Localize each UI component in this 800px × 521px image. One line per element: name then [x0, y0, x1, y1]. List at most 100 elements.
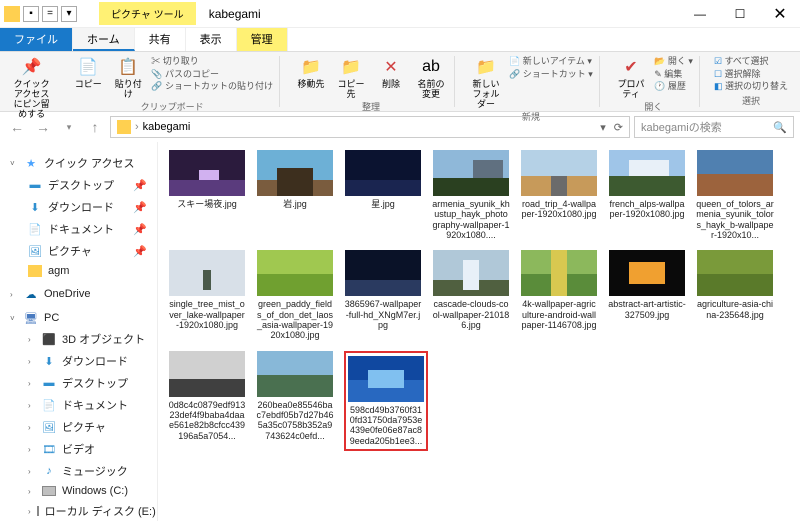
search-icon: 🔍 — [773, 121, 787, 134]
copy-icon: 📄 — [77, 56, 99, 78]
file-item[interactable]: 3865967-wallpaper-full-hd_XNgM7er.jpg — [344, 250, 422, 340]
maximize-button[interactable]: ☐ — [720, 0, 760, 28]
tab-manage[interactable]: 管理 — [237, 28, 288, 51]
paste-button[interactable]: 📋 貼り付け — [111, 56, 145, 100]
sidebar-pictures[interactable]: 🖼ピクチャ📌 — [0, 240, 157, 262]
sidebar-onedrive[interactable]: ›☁OneDrive — [0, 284, 157, 304]
file-thumbnail — [169, 351, 245, 397]
sidebar-quick-access[interactable]: ˅★クイック アクセス — [0, 152, 157, 174]
file-item[interactable]: cascade-clouds-cool-wallpaper-210186.jpg — [432, 250, 510, 340]
file-item[interactable]: queen_of_tolors_armenia_syunik_tolors_ha… — [696, 150, 774, 240]
file-thumbnail — [433, 150, 509, 196]
tab-file[interactable]: ファイル — [0, 28, 73, 51]
cut-button[interactable]: ✂ 切り取り — [151, 56, 273, 68]
file-item[interactable]: スキー場夜.jpg — [168, 150, 246, 240]
sidebar-drive-e[interactable]: ›ローカル ディスク (E:) — [0, 500, 157, 521]
file-item[interactable]: french_alps-wallpaper-1920x1080.jpg — [608, 150, 686, 240]
select-none-button[interactable]: ☐ 選択解除 — [714, 69, 788, 81]
up-button[interactable]: ↑ — [84, 116, 106, 138]
file-thumbnail — [697, 250, 773, 296]
sidebar-pc[interactable]: ˅🖥PC — [0, 308, 157, 328]
move-to-button[interactable]: 📁移動先 — [294, 56, 328, 90]
copy-to-button[interactable]: 📁コピー先 — [334, 56, 368, 100]
rename-button[interactable]: ab名前の変更 — [414, 56, 448, 100]
desktop-icon: ▬ — [28, 178, 42, 192]
file-item[interactable]: 0d8c4c0879edf91323def4f9baba4daae561e82b… — [168, 351, 246, 451]
file-list[interactable]: スキー場夜.jpg岩.jpg星.jpgarmenia_syunik_khustu… — [158, 142, 800, 521]
address-dropdown-icon[interactable]: ▾ — [600, 121, 606, 134]
desktop-icon: ▬ — [42, 376, 56, 390]
copy-path-button[interactable]: 📎 パスのコピー — [151, 69, 273, 81]
tab-view[interactable]: 表示 — [186, 28, 237, 51]
sidebar-desktop[interactable]: ▬デスクトップ📌 — [0, 174, 157, 196]
sidebar-drive-c[interactable]: ›Windows (C:) — [0, 482, 157, 500]
file-item[interactable]: 598cd49b3760f310fd31750da7953e439e0fe06e… — [344, 351, 428, 451]
delete-button[interactable]: ✕削除 — [374, 56, 408, 90]
file-name: green_paddy_fields_of_don_det_laos_asia-… — [256, 299, 334, 340]
file-item[interactable]: 4k-wallpaper-agriculture-android-wallpap… — [520, 250, 598, 340]
ribbon: 📌 クイック アクセスにピン留めする 📄 コピー 📋 貼り付け ✂ 切り取り 📎… — [0, 52, 800, 112]
file-item[interactable]: abstract-art-artistic-327509.jpg — [608, 250, 686, 340]
picture-icon: 🖼 — [42, 420, 56, 434]
file-item[interactable]: 岩.jpg — [256, 150, 334, 240]
sidebar-documents-pc[interactable]: ›📄ドキュメント — [0, 394, 157, 416]
properties-icon: ✔ — [620, 56, 642, 78]
sidebar-desktop-pc[interactable]: ›▬デスクトップ — [0, 372, 157, 394]
sidebar-downloads[interactable]: ⬇ダウンロード📌 — [0, 196, 157, 218]
file-name: queen_of_tolors_armenia_syunik_tolors_ha… — [696, 199, 774, 240]
title-bar: ▪ = ▾ ピクチャ ツール kabegami — ☐ ✕ — [0, 0, 800, 28]
3d-icon: ⬛ — [42, 332, 56, 346]
document-icon: 📄 — [42, 398, 56, 412]
tab-share[interactable]: 共有 — [135, 28, 186, 51]
qat-button[interactable]: ▪ — [23, 6, 39, 22]
shortcut-icon: 🔗 — [509, 69, 520, 79]
recent-button[interactable]: ▾ — [58, 116, 80, 138]
sidebar-3d-objects[interactable]: ›⬛3D オブジェクト — [0, 328, 157, 350]
qat-dropdown[interactable]: ▾ — [61, 6, 77, 22]
file-item[interactable]: 260bea0e85546bac7ebdf05b7d27b465a35c0758… — [256, 351, 334, 451]
search-field[interactable]: kabegamiの検索 🔍 — [634, 116, 794, 138]
sidebar-agm[interactable]: agm — [0, 262, 157, 280]
folder-icon — [117, 120, 131, 134]
file-item[interactable]: armenia_syunik_khustup_hayk_photography-… — [432, 150, 510, 240]
invert-selection-button[interactable]: ◧ 選択の切り替え — [714, 81, 788, 93]
sidebar-documents[interactable]: 📄ドキュメント📌 — [0, 218, 157, 240]
path-segment[interactable]: kabegami — [143, 121, 191, 133]
edit-button[interactable]: ✎ 編集 — [654, 69, 693, 81]
file-item[interactable]: road_trip_4-wallpaper-1920x1080.jpg — [520, 150, 598, 240]
new-item-button[interactable]: 📄 新しいアイテム ▾ — [509, 56, 593, 68]
file-item[interactable]: agriculture-asia-china-235648.jpg — [696, 250, 774, 340]
sidebar-videos[interactable]: ›🎞ビデオ — [0, 438, 157, 460]
sidebar-downloads-pc[interactable]: ›⬇ダウンロード — [0, 350, 157, 372]
ribbon-tabs: ファイル ホーム 共有 表示 管理 — [0, 28, 800, 52]
properties-button[interactable]: ✔プロパティ — [614, 56, 648, 100]
new-shortcut-button[interactable]: 🔗 ショートカット ▾ — [509, 69, 593, 81]
file-item[interactable]: green_paddy_fields_of_don_det_laos_asia-… — [256, 250, 334, 340]
sidebar-pictures-pc[interactable]: ›🖼ピクチャ — [0, 416, 157, 438]
download-icon: ⬇ — [42, 354, 56, 368]
file-item[interactable]: 星.jpg — [344, 150, 422, 240]
video-icon: 🎞 — [42, 442, 56, 456]
minimize-button[interactable]: — — [680, 0, 720, 28]
forward-button[interactable]: → — [32, 116, 54, 138]
copy-button[interactable]: 📄 コピー — [71, 56, 105, 90]
disk-icon — [37, 506, 39, 516]
close-button[interactable]: ✕ — [760, 0, 800, 28]
sidebar-music[interactable]: ›♪ミュージック — [0, 460, 157, 482]
open-button[interactable]: 📂 開く ▾ — [654, 56, 693, 68]
select-all-button[interactable]: ☑ すべて選択 — [714, 56, 788, 68]
address-field[interactable]: › kabegami ▾ ⟳ — [110, 116, 630, 138]
history-button[interactable]: 🕐 履歴 — [654, 81, 693, 93]
qat-button[interactable]: = — [42, 6, 58, 22]
refresh-icon[interactable]: ⟳ — [614, 121, 623, 134]
file-name: agriculture-asia-china-235648.jpg — [696, 299, 774, 320]
file-item[interactable]: single_tree_mist_over_lake-wallpaper-192… — [168, 250, 246, 340]
pin-quick-access-button[interactable]: 📌 クイック アクセスにピン留めする — [12, 56, 51, 120]
file-thumbnail — [609, 150, 685, 196]
tab-home[interactable]: ホーム — [73, 28, 135, 51]
paste-shortcut-button[interactable]: 🔗 ショートカットの貼り付け — [151, 81, 273, 93]
file-thumbnail — [521, 250, 597, 296]
back-button[interactable]: ← — [6, 116, 28, 138]
search-placeholder: kabegamiの検索 — [641, 119, 722, 135]
new-folder-button[interactable]: 📁新しいフォルダー — [469, 56, 503, 110]
